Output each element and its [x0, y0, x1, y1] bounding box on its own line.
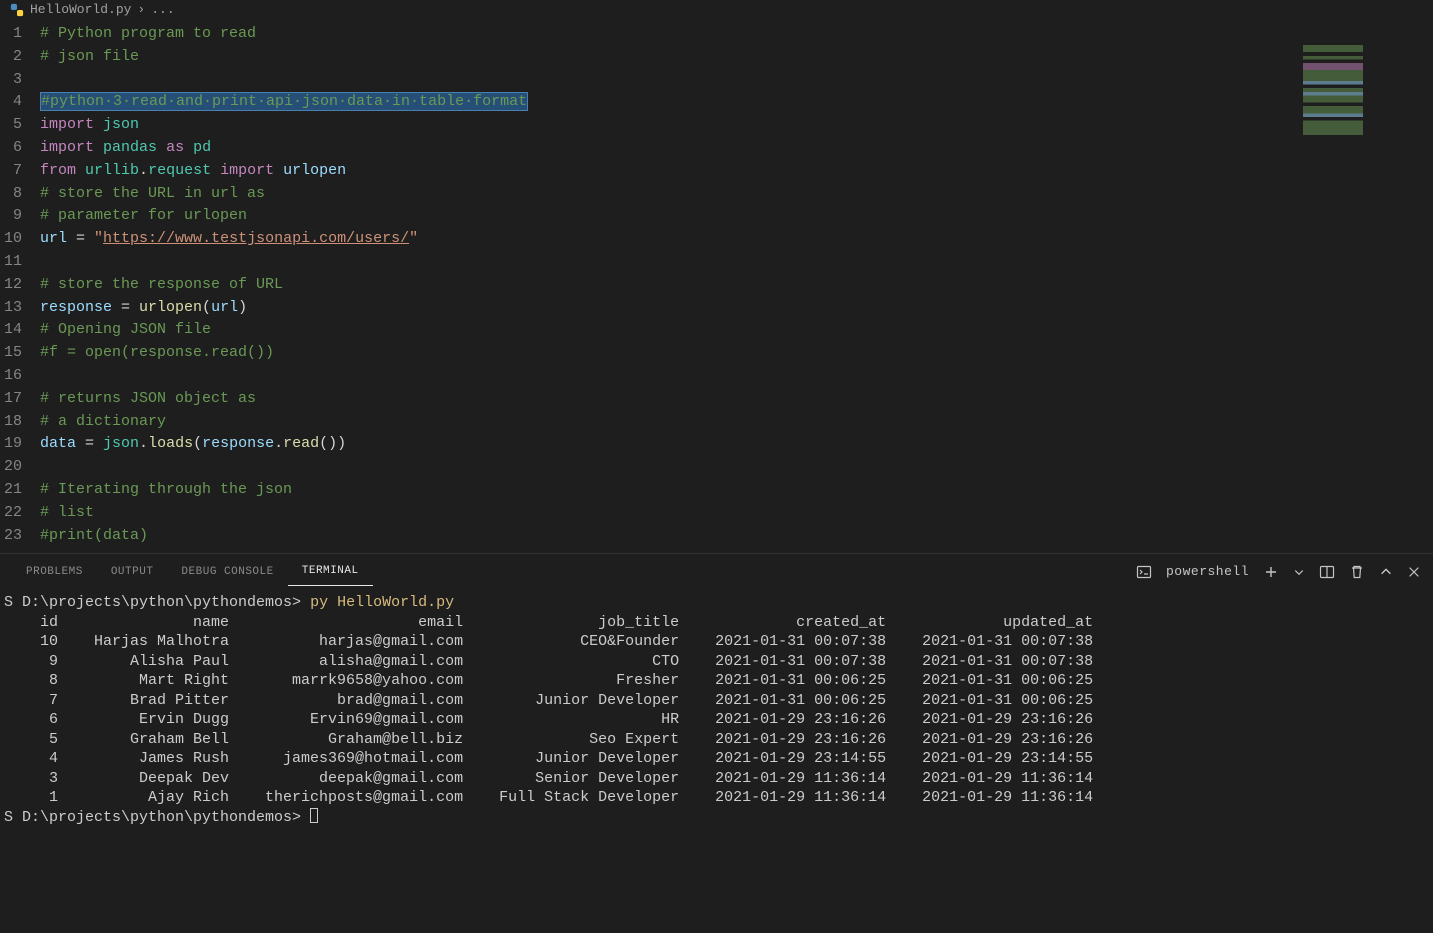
minimap[interactable] — [1303, 45, 1423, 135]
line-number: 18 — [0, 411, 22, 434]
code-line[interactable]: # store the response of URL — [40, 274, 1433, 297]
line-number: 11 — [0, 251, 22, 274]
new-terminal-icon[interactable] — [1263, 564, 1279, 580]
code-line[interactable]: # list — [40, 502, 1433, 525]
code-line[interactable]: response = urlopen(url) — [40, 297, 1433, 320]
split-terminal-icon[interactable] — [1319, 564, 1335, 580]
code-line[interactable]: # Iterating through the json — [40, 479, 1433, 502]
line-number: 19 — [0, 433, 22, 456]
code-line[interactable]: #python·3·read·and·print·api·json·data·i… — [40, 91, 1433, 114]
code-line[interactable]: data = json.loads(response.read()) — [40, 433, 1433, 456]
code-line[interactable]: # json file — [40, 46, 1433, 69]
line-number: 16 — [0, 365, 22, 388]
line-number: 6 — [0, 137, 22, 160]
code-line[interactable]: url = "https://www.testjsonapi.com/users… — [40, 228, 1433, 251]
code-line[interactable]: #f = open(response.read()) — [40, 342, 1433, 365]
line-number: 12 — [0, 274, 22, 297]
terminal-shell-label[interactable]: powershell — [1166, 564, 1249, 579]
code-line[interactable]: #print(data) — [40, 525, 1433, 548]
code-line[interactable]: # parameter for urlopen — [40, 205, 1433, 228]
code-line[interactable]: # Python program to read — [40, 23, 1433, 46]
panel-tab-output[interactable]: OUTPUT — [97, 558, 168, 586]
line-number: 13 — [0, 297, 22, 320]
code-editor[interactable]: 1234567891011121314151617181920212223 # … — [0, 23, 1433, 553]
code-line[interactable] — [40, 365, 1433, 388]
line-number: 9 — [0, 205, 22, 228]
breadcrumb[interactable]: HelloWorld.py › ... — [0, 0, 1433, 23]
line-number: 7 — [0, 160, 22, 183]
line-number: 3 — [0, 69, 22, 92]
breadcrumb-sep: › — [137, 2, 145, 17]
code-line[interactable]: import pandas as pd — [40, 137, 1433, 160]
panel-tab-debug-console[interactable]: DEBUG CONSOLE — [167, 558, 287, 586]
line-number: 5 — [0, 114, 22, 137]
line-number: 22 — [0, 502, 22, 525]
close-icon[interactable] — [1407, 565, 1421, 579]
line-number: 8 — [0, 183, 22, 206]
breadcrumb-tail[interactable]: ... — [151, 2, 174, 17]
code-line[interactable]: # store the URL in url as — [40, 183, 1433, 206]
line-number: 2 — [0, 46, 22, 69]
code-line[interactable] — [40, 69, 1433, 92]
python-file-icon — [10, 3, 24, 17]
trash-icon[interactable] — [1349, 564, 1365, 580]
line-number: 10 — [0, 228, 22, 251]
code-line[interactable]: # returns JSON object as — [40, 388, 1433, 411]
panel-tab-problems[interactable]: PROBLEMS — [12, 558, 97, 586]
line-number-gutter: 1234567891011121314151617181920212223 — [0, 23, 40, 553]
code-area[interactable]: # Python program to read# json file #pyth… — [40, 23, 1433, 553]
code-line[interactable]: # a dictionary — [40, 411, 1433, 434]
terminal-output[interactable]: S D:\projects\python\pythondemos> py Hel… — [0, 589, 1433, 933]
code-line[interactable] — [40, 251, 1433, 274]
line-number: 15 — [0, 342, 22, 365]
line-number: 23 — [0, 525, 22, 548]
panel-tab-terminal[interactable]: TERMINAL — [288, 557, 373, 586]
line-number: 17 — [0, 388, 22, 411]
line-number: 14 — [0, 319, 22, 342]
code-line[interactable] — [40, 456, 1433, 479]
line-number: 4 — [0, 91, 22, 114]
breadcrumb-file[interactable]: HelloWorld.py — [30, 2, 131, 17]
code-line[interactable]: # Opening JSON file — [40, 319, 1433, 342]
line-number: 20 — [0, 456, 22, 479]
line-number: 1 — [0, 23, 22, 46]
line-number: 21 — [0, 479, 22, 502]
panel-tabs: PROBLEMSOUTPUTDEBUG CONSOLETERMINAL powe… — [0, 554, 1433, 589]
terminal-type-icon[interactable] — [1136, 564, 1152, 580]
code-line[interactable]: from urllib.request import urlopen — [40, 160, 1433, 183]
chevron-up-icon[interactable] — [1379, 565, 1393, 579]
code-line[interactable]: import json — [40, 114, 1433, 137]
bottom-panel: PROBLEMSOUTPUTDEBUG CONSOLETERMINAL powe… — [0, 553, 1433, 933]
chevron-down-icon[interactable] — [1293, 566, 1305, 578]
